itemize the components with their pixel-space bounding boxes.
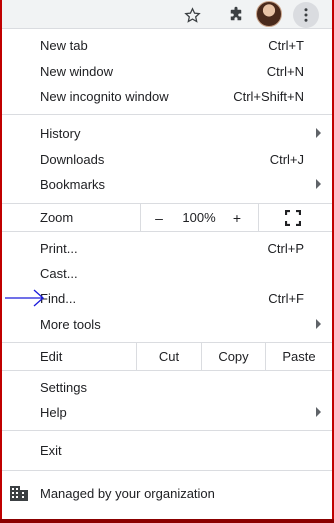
- menu-item-label: Help: [40, 405, 67, 420]
- menu-item-label: New incognito window: [40, 89, 169, 104]
- managed-by-organization[interactable]: Managed by your organization: [2, 480, 332, 506]
- chrome-main-menu: New tab Ctrl+T New window Ctrl+N New inc…: [2, 29, 332, 519]
- submenu-arrow-icon: [316, 128, 321, 138]
- menu-item-shortcut: Ctrl+T: [268, 38, 304, 53]
- browser-toolbar: [2, 0, 332, 29]
- menu-item-history[interactable]: History: [2, 121, 332, 146]
- menu-item-shortcut: Ctrl+F: [268, 291, 304, 306]
- menu-item-new-window[interactable]: New window Ctrl+N: [2, 59, 332, 84]
- zoom-in-button[interactable]: +: [228, 204, 246, 231]
- menu-item-help[interactable]: Help: [2, 400, 332, 425]
- menu-item-shortcut: Ctrl+J: [269, 152, 304, 167]
- star-icon[interactable]: [180, 3, 204, 27]
- submenu-arrow-icon: [316, 407, 321, 417]
- fullscreen-icon[interactable]: [281, 204, 305, 231]
- menu-separator: [2, 231, 332, 232]
- menu-item-label: New tab: [40, 38, 88, 53]
- zoom-row: Zoom – 100% +: [2, 204, 332, 231]
- menu-item-label: Bookmarks: [40, 177, 106, 192]
- menu-item-label: Settings: [40, 380, 87, 395]
- menu-item-shortcut: Ctrl+Shift+N: [233, 89, 304, 104]
- submenu-arrow-icon: [316, 179, 321, 189]
- edit-row: Edit Cut Copy Paste: [2, 343, 332, 370]
- menu-item-cast[interactable]: Cast...: [2, 261, 332, 286]
- menu-item-bookmarks[interactable]: Bookmarks: [2, 172, 332, 197]
- puzzle-extension-icon[interactable]: [224, 3, 248, 27]
- menu-item-settings[interactable]: Settings: [2, 375, 332, 400]
- menu-item-print[interactable]: Print... Ctrl+P: [2, 236, 332, 261]
- menu-separator: [2, 114, 332, 115]
- menu-separator: [2, 430, 332, 431]
- menu-separator: [2, 370, 332, 371]
- managed-label: Managed by your organization: [40, 486, 215, 501]
- more-vert-icon[interactable]: [293, 2, 319, 28]
- menu-item-label: New window: [40, 64, 113, 79]
- cut-button[interactable]: Cut: [136, 343, 201, 370]
- paste-button[interactable]: Paste: [265, 343, 332, 370]
- menu-item-label: Print...: [40, 241, 78, 256]
- zoom-out-button[interactable]: –: [150, 204, 168, 231]
- annotation-arrow-icon: [5, 289, 44, 307]
- menu-item-label: Downloads: [40, 152, 105, 167]
- frame-bottom-edge: [0, 519, 334, 523]
- menu-item-label: More tools: [40, 317, 101, 332]
- menu-item-new-incognito-window[interactable]: New incognito window Ctrl+Shift+N: [2, 84, 332, 109]
- copy-button[interactable]: Copy: [201, 343, 265, 370]
- menu-item-downloads[interactable]: Downloads Ctrl+J: [2, 147, 332, 172]
- profile-avatar[interactable]: [256, 1, 282, 27]
- building-icon: [10, 485, 28, 504]
- menu-item-find[interactable]: Find... Ctrl+F: [2, 286, 332, 311]
- submenu-arrow-icon: [316, 319, 321, 329]
- menu-item-more-tools[interactable]: More tools: [2, 312, 332, 337]
- menu-item-label: Cast...: [40, 266, 78, 281]
- menu-item-label: Exit: [40, 443, 62, 458]
- zoom-level: 100%: [182, 210, 216, 225]
- edit-label: Edit: [40, 349, 63, 364]
- menu-item-shortcut: Ctrl+N: [266, 64, 304, 79]
- menu-item-new-tab[interactable]: New tab Ctrl+T: [2, 33, 332, 58]
- menu-separator: [2, 470, 332, 471]
- zoom-label: Zoom: [40, 210, 74, 225]
- menu-item-label: History: [40, 126, 81, 141]
- menu-item-exit[interactable]: Exit: [2, 438, 332, 463]
- menu-item-shortcut: Ctrl+P: [267, 241, 304, 256]
